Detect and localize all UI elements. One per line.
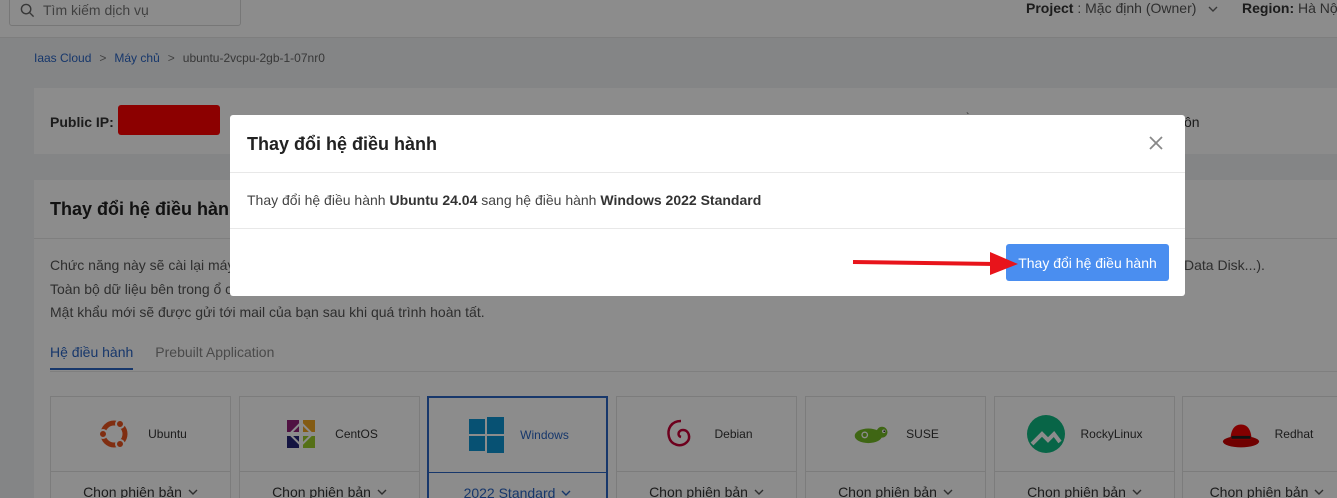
dialog-header-divider: [230, 172, 1185, 173]
confirm-change-os-dialog: Thay đổi hệ điều hành Thay đổi hệ điều h…: [230, 115, 1185, 296]
dialog-footer-divider: [230, 228, 1185, 229]
close-icon[interactable]: [1147, 134, 1165, 152]
dialog-title: Thay đổi hệ điều hành: [247, 134, 438, 154]
annotation-arrow-icon: [852, 252, 1018, 275]
to-os: Windows 2022 Standard: [600, 192, 762, 208]
message-middle: sang hệ điều hành: [477, 192, 601, 208]
from-os: Ubuntu 24.04: [389, 192, 478, 208]
confirm-change-os-button[interactable]: Thay đổi hệ điều hành: [1006, 244, 1169, 281]
dialog-message: Thay đổi hệ điều hành Ubuntu 24.04 sang …: [247, 192, 761, 208]
message-prefix: Thay đổi hệ điều hành: [247, 192, 390, 208]
